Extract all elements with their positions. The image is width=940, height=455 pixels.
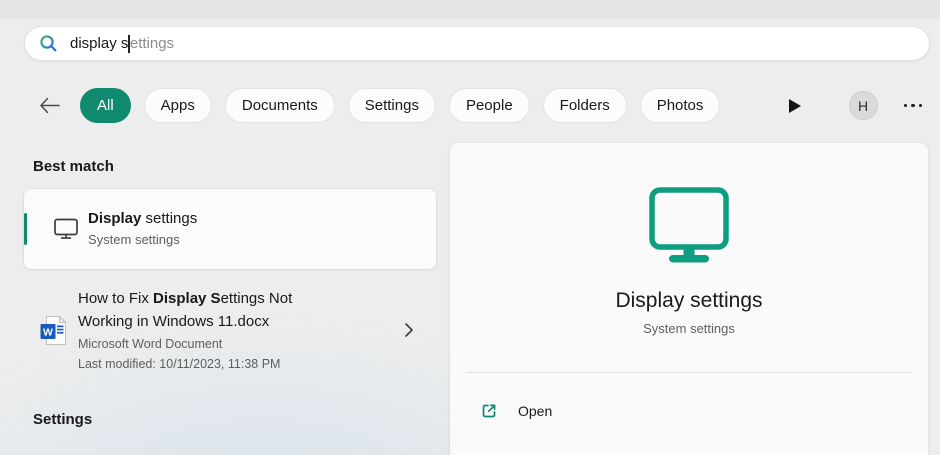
avatar-initial: H bbox=[858, 98, 868, 114]
document-title: How to Fix Display Settings Not Working … bbox=[78, 287, 330, 333]
word-doc-icon: W bbox=[40, 315, 67, 346]
best-match-item[interactable]: Display settings System settings bbox=[24, 189, 436, 269]
play-icon bbox=[789, 99, 801, 113]
filter-row: All Apps Documents Settings People Folde… bbox=[24, 88, 924, 123]
play-button[interactable] bbox=[785, 96, 805, 116]
document-modified: Last modified: 10/11/2023, 11:38 PM bbox=[78, 356, 330, 373]
chevron-right-icon[interactable] bbox=[404, 322, 414, 338]
open-button[interactable]: Open bbox=[450, 393, 928, 429]
filter-apps[interactable]: Apps bbox=[144, 88, 212, 123]
preview-subtitle: System settings bbox=[643, 321, 735, 336]
filter-people[interactable]: People bbox=[449, 88, 530, 123]
results-panel: Best match Display settings System setti… bbox=[24, 143, 436, 428]
svg-text:W: W bbox=[43, 326, 53, 338]
more-options-button[interactable] bbox=[902, 98, 925, 114]
display-settings-icon bbox=[645, 187, 733, 264]
preview-title: Display settings bbox=[615, 289, 762, 313]
search-icon bbox=[39, 34, 58, 53]
monitor-icon bbox=[54, 218, 78, 240]
filter-folders[interactable]: Folders bbox=[543, 88, 627, 123]
document-item[interactable]: W How to Fix Display Settings Not Workin… bbox=[24, 287, 436, 373]
search-input[interactable]: display settings bbox=[24, 26, 930, 61]
best-match-title: Display settings bbox=[88, 209, 197, 229]
document-type: Microsoft Word Document bbox=[78, 336, 330, 353]
divider bbox=[466, 372, 912, 373]
avatar[interactable]: H bbox=[849, 91, 878, 120]
search-typed-text: display s bbox=[70, 35, 128, 52]
section-best-match: Best match bbox=[24, 158, 436, 175]
preview-panel: Display settings System settings Open bbox=[450, 143, 928, 455]
ellipsis-icon bbox=[904, 104, 908, 108]
section-settings: Settings bbox=[24, 411, 436, 428]
back-arrow-icon bbox=[39, 97, 60, 114]
external-link-icon bbox=[480, 402, 498, 420]
search-suggestion-text: ettings bbox=[130, 35, 174, 52]
open-label: Open bbox=[518, 403, 552, 419]
filter-settings[interactable]: Settings bbox=[348, 88, 436, 123]
filter-all[interactable]: All bbox=[80, 88, 131, 123]
back-button[interactable] bbox=[38, 95, 60, 117]
best-match-subtitle: System settings bbox=[88, 231, 197, 249]
filter-documents[interactable]: Documents bbox=[225, 88, 335, 123]
filter-photos[interactable]: Photos bbox=[640, 88, 721, 123]
selection-accent-bar bbox=[24, 213, 27, 245]
